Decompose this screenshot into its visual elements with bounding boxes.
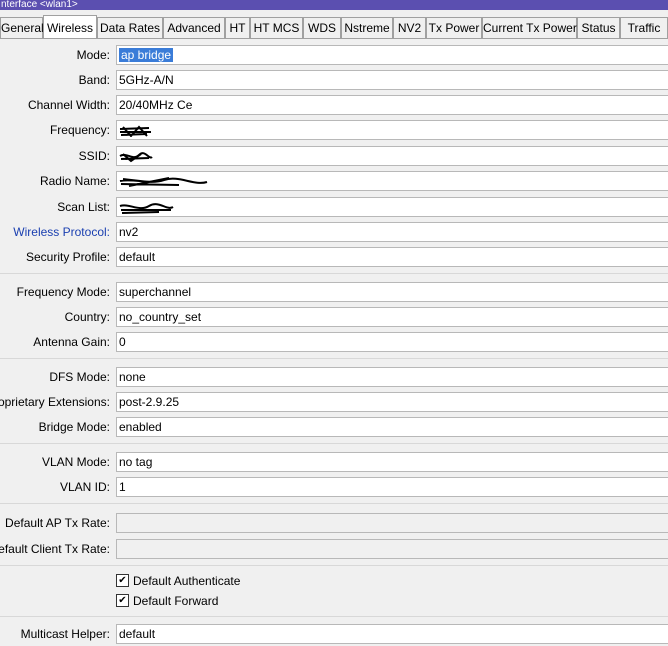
divider <box>0 273 668 274</box>
divider <box>0 503 668 504</box>
frequency-mode-label: Frequency Mode: <box>16 285 110 299</box>
multicast-helper-row: Multicast Helper: default <box>0 624 668 646</box>
bridge-mode-label: Bridge Mode: <box>38 420 110 434</box>
dfs-mode-select[interactable]: none <box>116 367 668 387</box>
checkmark-icon[interactable]: ✔ <box>116 594 129 608</box>
vlan-id-input[interactable]: 1 <box>116 477 668 497</box>
default-forward-checkbox[interactable]: ✔ Default Forward <box>116 592 218 610</box>
security-profile-row: Security Profile: default <box>0 247 668 269</box>
default-authenticate-label: Default Authenticate <box>133 574 241 588</box>
proprietary-extensions-label: Proprietary Extensions: <box>0 395 110 409</box>
ssid-label: SSID: <box>78 149 110 163</box>
tab-tx-power[interactable]: Tx Power <box>426 17 482 38</box>
tab-general[interactable]: General <box>0 17 44 38</box>
tab-bar: General Wireless Data Rates Advanced HT … <box>0 15 668 39</box>
bridge-mode-row: Bridge Mode: enabled <box>0 417 668 439</box>
scan-list-label: Scan List: <box>57 200 110 214</box>
channel-width-row: Channel Width: 20/40MHz Ce <box>0 95 668 117</box>
radio-name-row: Radio Name: <box>0 171 668 193</box>
multicast-helper-label: Multicast Helper: <box>20 627 110 641</box>
country-label: Country: <box>64 310 110 324</box>
mode-row: Mode: ap bridge <box>0 45 668 67</box>
frequency-select[interactable] <box>116 120 668 140</box>
security-profile-label: Security Profile: <box>25 250 110 264</box>
tab-status[interactable]: Status <box>577 17 620 38</box>
bridge-mode-select[interactable]: enabled <box>116 417 668 437</box>
tab-advanced[interactable]: Advanced <box>163 17 225 38</box>
divider <box>0 616 668 617</box>
divider <box>0 443 668 444</box>
tab-nstreme[interactable]: Nstreme <box>341 17 393 38</box>
vlan-mode-row: VLAN Mode: no tag <box>0 452 668 474</box>
redaction-scribble <box>119 125 151 137</box>
window-title: nterface <wlan1> <box>0 0 668 10</box>
tab-wds[interactable]: WDS <box>303 17 341 38</box>
divider <box>0 565 668 566</box>
proprietary-extensions-row: Proprietary Extensions: post-2.9.25 <box>0 392 668 414</box>
tab-wireless[interactable]: Wireless <box>43 15 97 38</box>
wireless-protocol-select[interactable]: nv2 <box>116 222 668 242</box>
default-ap-tx-rate-input[interactable] <box>116 513 668 533</box>
mode-value: ap bridge <box>119 48 174 62</box>
default-client-tx-rate-row: Default Client Tx Rate: <box>0 539 668 561</box>
proprietary-extensions-select[interactable]: post-2.9.25 <box>116 392 668 412</box>
wireless-protocol-row: Wireless Protocol: nv2 <box>0 222 668 244</box>
divider <box>0 358 668 359</box>
tab-ht[interactable]: HT <box>225 17 250 38</box>
multicast-helper-select[interactable]: default <box>116 624 668 644</box>
redaction-scribble <box>119 152 153 163</box>
channel-width-label: Channel Width: <box>27 98 110 112</box>
frequency-mode-select[interactable]: superchannel <box>116 282 668 302</box>
scan-list-select[interactable] <box>116 197 668 217</box>
tab-data-rates[interactable]: Data Rates <box>97 17 163 38</box>
default-ap-tx-rate-row: Default AP Tx Rate: <box>0 513 668 535</box>
radio-name-label: Radio Name: <box>39 174 110 188</box>
default-client-tx-rate-input[interactable] <box>116 539 668 559</box>
wireless-protocol-label[interactable]: Wireless Protocol: <box>13 222 110 242</box>
vlan-mode-select[interactable]: no tag <box>116 452 668 472</box>
frequency-row: Frequency: <box>0 120 668 142</box>
security-profile-select[interactable]: default <box>116 247 668 267</box>
channel-width-select[interactable]: 20/40MHz Ce <box>116 95 668 115</box>
band-row: Band: 5GHz-A/N <box>0 70 668 92</box>
default-authenticate-checkbox[interactable]: ✔ Default Authenticate <box>116 572 240 590</box>
antenna-gain-label: Antenna Gain: <box>33 335 110 349</box>
antenna-gain-row: Antenna Gain: 0 <box>0 332 668 354</box>
tab-current-tx-power[interactable]: Current Tx Power <box>482 17 577 38</box>
redaction-scribble <box>119 203 174 214</box>
country-row: Country: no_country_set <box>0 307 668 329</box>
default-ap-tx-rate-label: Default AP Tx Rate: <box>5 516 110 530</box>
default-forward-label: Default Forward <box>133 594 219 608</box>
redaction-scribble <box>119 176 208 187</box>
ssid-row: SSID: <box>0 146 668 168</box>
radio-name-input[interactable] <box>116 171 668 191</box>
band-select[interactable]: 5GHz-A/N <box>116 70 668 90</box>
vlan-id-row: VLAN ID: 1 <box>0 477 668 499</box>
tab-ht-mcs[interactable]: HT MCS <box>250 17 303 38</box>
ssid-input[interactable] <box>116 146 668 166</box>
dfs-mode-row: DFS Mode: none <box>0 367 668 389</box>
country-select[interactable]: no_country_set <box>116 307 668 327</box>
tab-traffic[interactable]: Traffic <box>620 17 668 38</box>
frequency-label: Frequency: <box>49 123 110 137</box>
vlan-id-label: VLAN ID: <box>59 480 110 494</box>
scan-list-row: Scan List: <box>0 197 668 219</box>
vlan-mode-label: VLAN Mode: <box>41 455 110 469</box>
dfs-mode-label: DFS Mode: <box>49 370 110 384</box>
frequency-mode-row: Frequency Mode: superchannel <box>0 282 668 304</box>
mode-select[interactable]: ap bridge <box>116 45 668 65</box>
antenna-gain-input[interactable]: 0 <box>116 332 668 352</box>
mode-label: Mode: <box>76 48 110 62</box>
checkmark-icon[interactable]: ✔ <box>116 574 129 588</box>
tab-nv2[interactable]: NV2 <box>393 17 426 38</box>
default-client-tx-rate-label: Default Client Tx Rate: <box>0 542 110 556</box>
band-label: Band: <box>78 73 110 87</box>
